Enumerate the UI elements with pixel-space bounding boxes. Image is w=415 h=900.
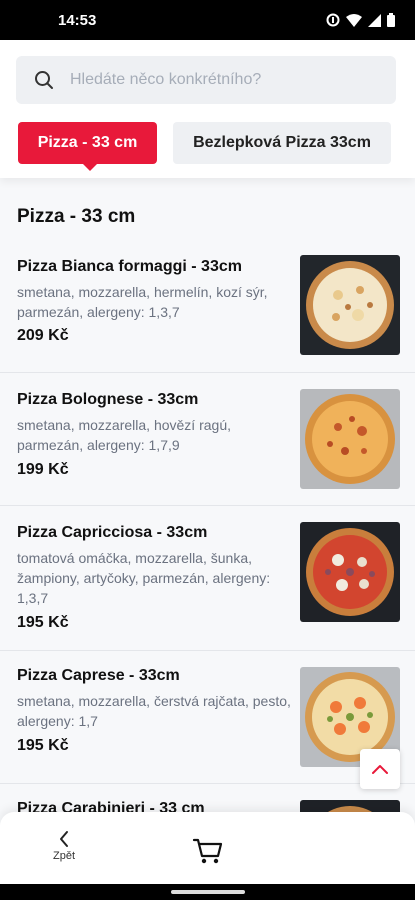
item-price: 199 Kč <box>17 461 69 478</box>
chevron-up-icon <box>372 765 388 774</box>
item-name: Pizza Caprese - 33cm <box>17 667 180 684</box>
list-item[interactable]: Pizza Capricciosa - 33cm tomatová omáčka… <box>0 505 415 650</box>
item-price: 195 Kč <box>17 737 69 754</box>
pizza-image <box>300 389 400 489</box>
category-tabs: Pizza - 33 cm Bezlepková Pizza 33cm <box>18 122 391 171</box>
tab-gluten-free-pizza[interactable]: Bezlepková Pizza 33cm <box>173 122 391 164</box>
system-nav-bar <box>0 884 415 900</box>
scroll-to-top-button[interactable] <box>360 749 400 789</box>
bottom-bar: Zpět <box>0 812 415 884</box>
item-description: tomatová omáčka, mozzarella, šunka, žamp… <box>17 550 271 606</box>
list-item[interactable]: Pizza Caprese - 33cm smetana, mozzarella… <box>0 650 415 783</box>
status-time: 14:53 <box>58 11 97 29</box>
status-icons <box>326 13 395 27</box>
pizza-image <box>300 255 400 355</box>
item-description: smetana, mozzarella, hovězí ragú, parmez… <box>17 417 231 453</box>
cart-button[interactable] <box>191 834 225 866</box>
menu-list: Pizza - 33 cm Pizza Bianca formaggi - 33… <box>0 178 415 900</box>
list-item[interactable]: Pizza Bolognese - 33cm smetana, mozzarel… <box>0 372 415 505</box>
tab-pizza-33cm[interactable]: Pizza - 33 cm <box>18 122 157 171</box>
item-price: 195 Kč <box>17 614 69 631</box>
home-handle[interactable] <box>171 890 245 894</box>
item-description: smetana, mozzarella, čerstvá rajčata, pe… <box>17 693 291 729</box>
cart-icon <box>192 838 223 864</box>
back-label: Zpět <box>52 850 75 862</box>
signal-icon <box>368 13 381 27</box>
data-saver-icon <box>326 13 340 27</box>
battery-icon <box>387 13 395 27</box>
list-item[interactable]: Pizza Bianca formaggi - 33cm smetana, mo… <box>0 239 415 372</box>
chevron-left-icon <box>60 831 68 847</box>
pizza-image <box>300 522 400 622</box>
search-input[interactable]: Hledáte něco konkrétního? <box>16 56 396 104</box>
back-button[interactable]: Zpět <box>44 830 84 870</box>
item-name: Pizza Bianca formaggi - 33cm <box>17 258 242 275</box>
search-placeholder: Hledáte něco konkrétního? <box>70 71 262 88</box>
item-name: Pizza Capricciosa - 33cm <box>17 524 208 541</box>
header: Hledáte něco konkrétního? Pizza - 33 cm … <box>0 40 415 178</box>
item-price: 209 Kč <box>17 327 69 344</box>
section-title: Pizza - 33 cm <box>17 206 136 227</box>
status-bar: 14:53 <box>0 0 415 40</box>
item-description: smetana, mozzarella, hermelín, kozí sýr,… <box>17 284 268 320</box>
search-icon <box>34 70 54 90</box>
wifi-icon <box>346 13 362 27</box>
item-name: Pizza Bolognese - 33cm <box>17 391 199 408</box>
